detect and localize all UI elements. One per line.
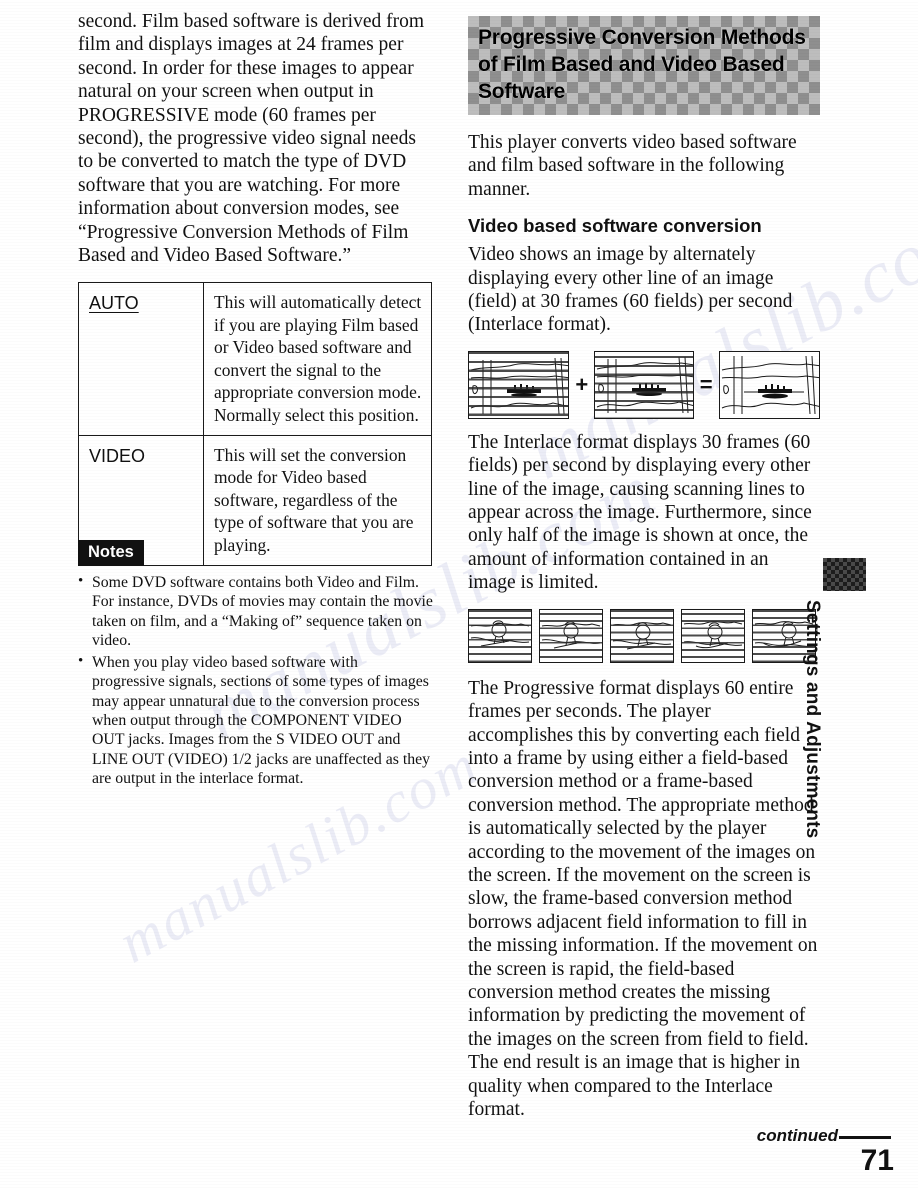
scanline-overlay <box>469 351 569 418</box>
paragraph-interlace-intro: Video shows an image by alternately disp… <box>468 244 793 336</box>
table-row: AUTO This will automatically detect if y… <box>78 282 432 436</box>
field-1-boat-scene <box>468 350 570 419</box>
plus-sign: + <box>575 371 589 397</box>
paragraph-progressive-explained: The Progressive format displays 60 entir… <box>468 677 818 1120</box>
conversion-mode-table: AUTO This will automatically detect if y… <box>78 282 432 566</box>
page-footer: continued 71 <box>0 1126 918 1184</box>
notes-list: Some DVD software contains both Video an… <box>78 572 434 788</box>
scanline-overlay <box>469 609 531 662</box>
continued-label: continued <box>756 1126 838 1145</box>
notes-badge: Notes <box>78 540 144 566</box>
scanline-overlay <box>682 612 744 662</box>
manual-page: second. Film based software is derived f… <box>0 0 918 1188</box>
lead-paragraph: This player converts video based softwar… <box>468 132 797 200</box>
figure-interlaced-motion-frames <box>468 608 820 663</box>
right-column: Progressive Conversion Methods of Film B… <box>468 10 820 1135</box>
left-column: second. Film based software is derived f… <box>78 10 434 281</box>
option-key-auto: AUTO <box>89 293 139 313</box>
subsection-heading: Video based software conversion <box>468 215 762 237</box>
combined-frame-boat-scene <box>718 350 820 419</box>
intro-paragraph: second. Film based software is derived f… <box>78 11 425 267</box>
chapter-tab-label: Settings and Adjustments <box>802 600 823 839</box>
option-key-video: VIDEO <box>89 445 146 466</box>
list-item: Some DVD software contains both Video an… <box>78 572 434 650</box>
frame-3-skier <box>610 608 674 663</box>
section-heading-text: Progressive Conversion Methods of Film B… <box>478 26 806 103</box>
scanline-overlay <box>540 612 602 662</box>
frame-2-skier <box>539 608 603 663</box>
frame-4-skier <box>681 608 745 663</box>
chapter-thumb-marker <box>823 558 866 591</box>
scanline-overlay <box>611 609 673 662</box>
list-item: When you play video based software with … <box>78 652 434 788</box>
paragraph-interlace-explained: The Interlace format displays 30 frames … <box>468 431 812 594</box>
equals-sign: = <box>699 371 713 397</box>
figure-interlace-combination: + = <box>468 350 820 419</box>
field-2-boat-scene <box>594 350 694 419</box>
table-cell-option-description: This will automatically detect if you ar… <box>203 282 432 436</box>
frame-1-skier <box>468 608 532 663</box>
boat-scene-illustration <box>721 355 819 414</box>
table-cell-option-key: AUTO <box>78 282 204 436</box>
page-number: 71 <box>860 1144 894 1177</box>
scanline-overlay <box>595 355 693 418</box>
footer-rule <box>839 1136 891 1140</box>
notes-section: Notes Some DVD software contains both Vi… <box>78 540 434 791</box>
section-heading-band: Progressive Conversion Methods of Film B… <box>468 16 820 115</box>
